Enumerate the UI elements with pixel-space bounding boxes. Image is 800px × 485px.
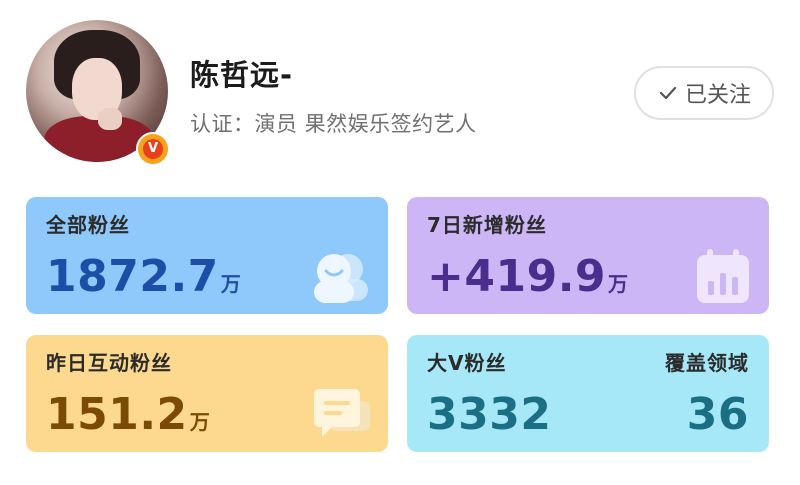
profile-name: 陈哲远- [190, 58, 294, 92]
new-fans-7d-card[interactable]: 7日新增粉丝 +419.9 万 [407, 197, 769, 314]
interactive-fans-value-wrap: 151.2 万 [46, 389, 210, 440]
total-fans-value-wrap: 1872.7 万 [46, 251, 241, 302]
interactive-fans-card[interactable]: 昨日互动粉丝 151.2 万 [26, 335, 388, 452]
calendar-chart-icon [697, 249, 749, 303]
new-fans-7d-unit: 万 [608, 272, 629, 296]
total-fans-card[interactable]: 全部粉丝 1872.7 万 [26, 197, 388, 314]
new-fans-7d-value-wrap: +419.9 万 [427, 251, 629, 302]
follow-button[interactable]: 已关注 [634, 66, 774, 120]
big-v-fans-card[interactable]: 大V粉丝 覆盖领域 3332 36 [407, 335, 769, 452]
interactive-fans-unit: 万 [189, 410, 211, 434]
big-v-fans-label: 大V粉丝 [427, 351, 507, 375]
covered-fields-value: 36 [686, 389, 749, 440]
avatar-hand [98, 108, 122, 130]
follow-button-label: 已关注 [684, 83, 751, 108]
chat-bubble-icon [314, 389, 370, 437]
total-fans-label: 全部粉丝 [46, 213, 130, 237]
interactive-fans-value: 151.2 [46, 389, 188, 440]
certification-text: 认证：演员 果然娱乐签约艺人 [190, 112, 477, 136]
checkmark-icon [659, 86, 677, 100]
covered-fields-label: 覆盖领域 [665, 351, 749, 375]
total-fans-value: 1872.7 [46, 251, 219, 302]
interactive-fans-label: 昨日互动粉丝 [46, 351, 172, 375]
verified-v-badge-icon: V [136, 132, 170, 166]
total-fans-unit: 万 [220, 272, 242, 296]
new-fans-7d-value: +419.9 [427, 251, 607, 302]
big-v-fans-value: 3332 [427, 389, 552, 440]
new-fans-7d-label: 7日新增粉丝 [427, 213, 547, 237]
people-icon [314, 254, 368, 303]
